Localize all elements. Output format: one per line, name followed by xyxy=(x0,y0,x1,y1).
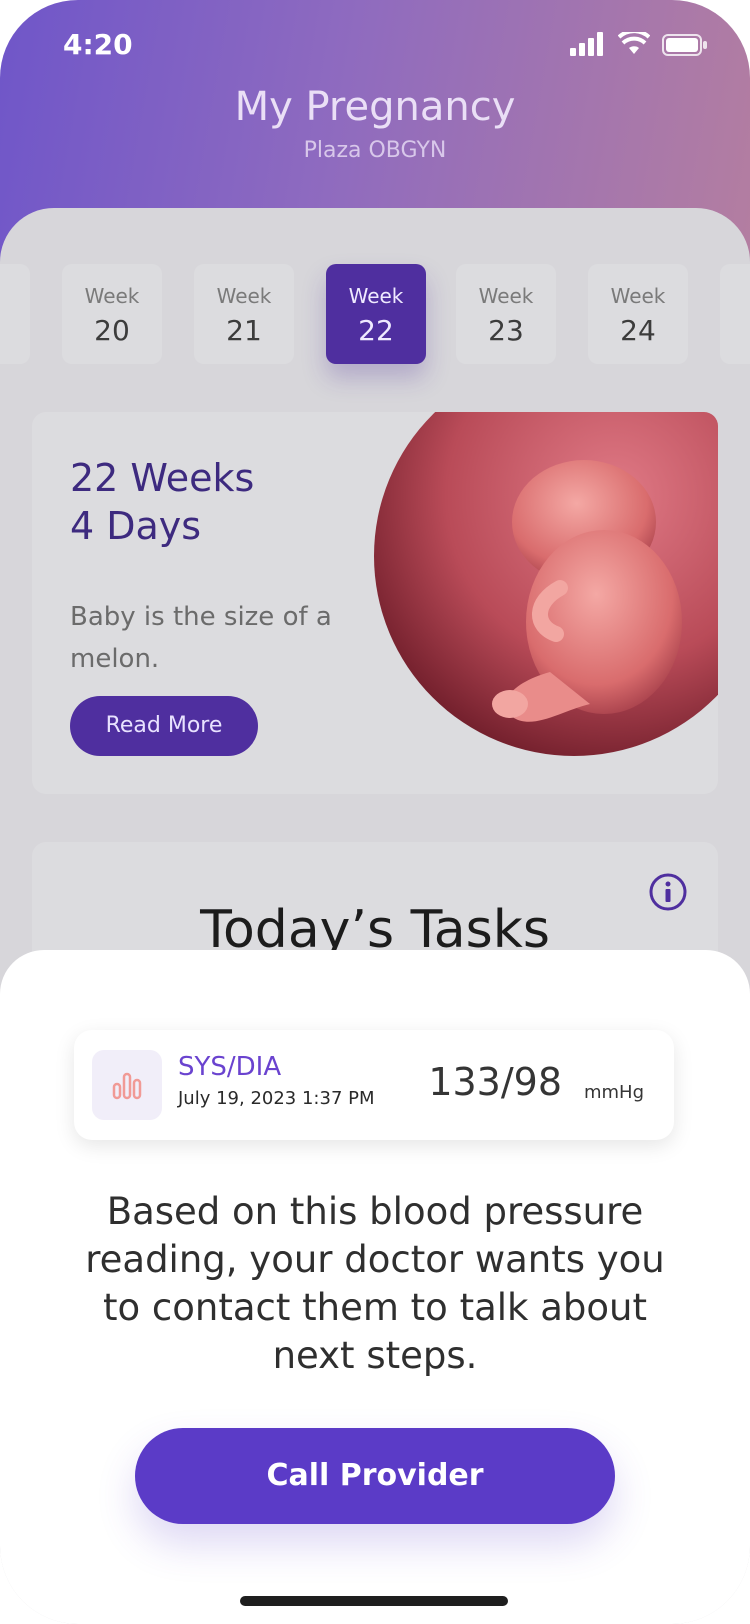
doctor-contact-message: Based on this blood pressure reading, yo… xyxy=(85,1190,665,1377)
week-tab-label: Week xyxy=(610,284,666,308)
call-provider-button[interactable]: Call Provider xyxy=(135,1428,615,1524)
week-tab-number: 20 xyxy=(94,314,130,347)
signal-icon xyxy=(570,32,603,56)
week-tab-23[interactable]: Week 23 xyxy=(456,264,556,364)
week-tab-partial-right[interactable] xyxy=(720,264,750,364)
blood-pressure-reading-card: SYS/DIA July 19, 2023 1:37 PM 133/98 mmH… xyxy=(74,1030,674,1140)
week-tab-number: 23 xyxy=(488,314,524,347)
home-indicator[interactable] xyxy=(240,1596,508,1606)
week-tab-number: 24 xyxy=(620,314,656,347)
page-subtitle: Plaza OBGYN xyxy=(303,138,447,163)
week-info-card: 22 Weeks 4 Days Baby is the size of a me… xyxy=(32,412,718,794)
info-icon[interactable] xyxy=(648,872,688,912)
reading-unit: mmHg xyxy=(583,1082,644,1103)
page-title: My Pregnancy xyxy=(234,84,516,130)
bar-chart-icon xyxy=(112,1072,142,1100)
wifi-icon xyxy=(618,32,650,54)
bp-chart-icon-box xyxy=(92,1050,162,1120)
phone-screen: 4:20 My Pregnancy Plaza OBGYN Week 20 We… xyxy=(0,0,750,1624)
week-tab-number: 22 xyxy=(358,314,394,347)
reading-type-label: SYS/DIA xyxy=(178,1052,282,1082)
week-tab-partial-left[interactable] xyxy=(0,264,30,364)
reading-timestamp: July 19, 2023 1:37 PM xyxy=(178,1088,375,1109)
week-progress-weeks: 22 Weeks xyxy=(70,456,255,500)
read-more-button[interactable]: Read More xyxy=(70,696,258,756)
status-icons xyxy=(570,32,720,58)
fetus-image xyxy=(374,412,718,756)
reading-value: 133/98 xyxy=(428,1060,562,1104)
alert-bottom-sheet: SYS/DIA July 19, 2023 1:37 PM 133/98 mmH… xyxy=(0,950,750,1624)
baby-size-text: Baby is the size of a melon. xyxy=(70,602,332,674)
week-tab-24[interactable]: Week 24 xyxy=(588,264,688,364)
week-tab-21[interactable]: Week 21 xyxy=(194,264,294,364)
week-tab-label: Week xyxy=(216,284,272,308)
week-tab-label: Week xyxy=(348,284,404,308)
week-tab-label: Week xyxy=(478,284,534,308)
week-tab-20[interactable]: Week 20 xyxy=(62,264,162,364)
week-tab-number: 21 xyxy=(226,314,262,347)
week-tab-label: Week xyxy=(84,284,140,308)
status-time: 4:20 xyxy=(63,28,133,61)
week-progress-title: 22 Weeks 4 Days xyxy=(70,454,390,550)
week-tab-22-selected[interactable]: Week 22 xyxy=(326,264,426,364)
battery-icon xyxy=(662,34,707,56)
week-progress-days: 4 Days xyxy=(70,504,202,548)
